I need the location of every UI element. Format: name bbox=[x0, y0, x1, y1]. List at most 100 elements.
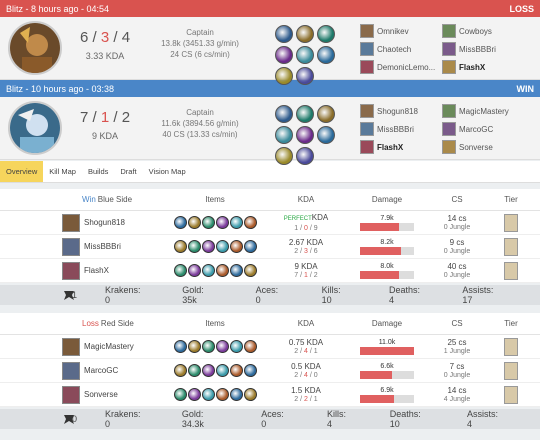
side-label: Win Blue Side bbox=[0, 195, 160, 204]
damage-cell: 11.0k bbox=[342, 338, 432, 355]
item-icon bbox=[229, 240, 243, 253]
team-player[interactable]: FlashX bbox=[360, 139, 450, 155]
tab-vision-map[interactable]: Vision Map bbox=[143, 161, 192, 182]
item-icon bbox=[317, 105, 335, 123]
col-cs: CS bbox=[451, 319, 463, 328]
player-avatar bbox=[442, 104, 456, 118]
damage-bar-track bbox=[360, 247, 414, 255]
tier-cell bbox=[482, 337, 540, 356]
kda-score: 7 / 1 / 2 bbox=[79, 109, 131, 126]
kills: 2 bbox=[294, 395, 299, 403]
tab-kill-map[interactable]: Kill Map bbox=[43, 161, 82, 182]
tab-builds[interactable]: Builds bbox=[82, 161, 114, 182]
player-avatar bbox=[62, 337, 80, 356]
damage-bar bbox=[360, 271, 400, 279]
team-player[interactable]: Shogun818 bbox=[360, 103, 450, 119]
krakens: Krakens: 0 bbox=[105, 285, 141, 305]
match-header[interactable]: Blitz - 8 hours ago - 04:54 LOSS bbox=[0, 0, 540, 17]
kda-cell: PERFECTKDA 1 / 0 / 9 bbox=[270, 213, 342, 233]
item-build bbox=[275, 105, 355, 165]
item-icon bbox=[317, 46, 335, 64]
player-name[interactable]: Shogun818 bbox=[84, 218, 125, 227]
match-time: Blitz - 8 hours ago - 04:54 bbox=[6, 3, 110, 14]
assists: 2 bbox=[121, 109, 131, 126]
col-damage: Damage bbox=[371, 319, 403, 328]
match-win[interactable]: Blitz - 10 hours ago - 03:38 WIN 7 / 1 / … bbox=[0, 80, 540, 165]
team-player[interactable]: Sonverse bbox=[442, 139, 532, 155]
player-name[interactable]: MagicMastery bbox=[84, 342, 134, 351]
team-player[interactable]: MissBBBri bbox=[360, 121, 450, 137]
player-avatar bbox=[442, 122, 456, 136]
match-header[interactable]: Blitz - 10 hours ago - 03:38 WIN bbox=[0, 80, 540, 97]
team-right: Cowboys MissBBBri FlashX bbox=[442, 23, 532, 75]
deaths: 1 bbox=[304, 271, 308, 279]
blue-summary: 1 Krakens: 0 Gold: 35k Aces: 0 Kills: 10… bbox=[0, 285, 540, 305]
cs-value: 40 cs bbox=[447, 261, 467, 271]
team-player[interactable]: Cowboys bbox=[442, 23, 532, 39]
item-icon bbox=[275, 67, 293, 85]
team-player[interactable]: DemonicLemo... bbox=[360, 59, 450, 75]
damage-bar-track bbox=[360, 347, 414, 355]
item-list bbox=[160, 388, 270, 401]
player-avatar bbox=[442, 42, 456, 56]
player-avatar bbox=[360, 122, 374, 136]
team-player[interactable]: Omnikev bbox=[360, 23, 450, 39]
kda-cell: 2.67 KDA 2 / 3 / 6 bbox=[270, 238, 342, 256]
player-name: Sonverse bbox=[459, 142, 493, 152]
table-row: MagicMastery 0.75 KDA 2 / 4 / 1 11.0k 25 cs 1… bbox=[0, 335, 540, 359]
col-kda: KDA bbox=[297, 195, 315, 204]
tier-cell bbox=[482, 237, 540, 256]
cs-value: 7 cs bbox=[449, 361, 465, 371]
item-icon bbox=[296, 105, 314, 123]
item-icon bbox=[275, 147, 293, 165]
side-label: Loss Red Side bbox=[0, 319, 160, 328]
item-icon bbox=[229, 364, 243, 377]
kills: 2 bbox=[294, 371, 299, 379]
item-icon bbox=[173, 240, 187, 253]
item-icon bbox=[243, 240, 257, 253]
damage-value: 8.0k bbox=[380, 263, 394, 270]
match-loss[interactable]: Blitz - 8 hours ago - 04:54 LOSS 6 / 3 / … bbox=[0, 0, 540, 85]
damage-bar-track bbox=[360, 371, 414, 379]
assists-total: Assists: 4 bbox=[467, 409, 499, 429]
kda-detail: 2 / 3 / 6 bbox=[294, 247, 318, 255]
match-body: 6 / 3 / 4 3.33 KDA Captain 13.8k (3451.3… bbox=[0, 17, 540, 85]
team-player[interactable]: MagicMastery bbox=[442, 103, 532, 119]
cs-value: 14 cs bbox=[447, 385, 467, 395]
team-player[interactable]: MarcoGC bbox=[442, 121, 532, 137]
tier-icon bbox=[504, 361, 518, 380]
deaths-total: Deaths: 4 bbox=[388, 285, 420, 305]
player-name[interactable]: Sonverse bbox=[84, 390, 118, 399]
player-name[interactable]: MarcoGC bbox=[84, 366, 118, 375]
team-player[interactable]: Chaotech bbox=[360, 41, 450, 57]
match-result: LOSS bbox=[509, 3, 534, 14]
kills: 2 bbox=[294, 247, 299, 255]
tab-draft[interactable]: Draft bbox=[114, 161, 142, 182]
cs-cell: 14 cs 4 Jungle bbox=[432, 386, 482, 404]
gold: Gold: 34.3k bbox=[181, 409, 204, 429]
kills-total: Kills: 4 bbox=[327, 409, 347, 429]
team-left: Omnikev Chaotech DemonicLemo... bbox=[360, 23, 450, 75]
aces: Aces: 0 bbox=[255, 285, 279, 305]
item-list bbox=[160, 340, 270, 353]
damage-bar-track bbox=[360, 271, 414, 279]
kda-value: KDA bbox=[311, 212, 329, 222]
player-avatar bbox=[62, 385, 80, 404]
player-name: MissBBBri bbox=[459, 44, 496, 54]
item-icon bbox=[215, 264, 229, 277]
col-damage: Damage bbox=[371, 195, 403, 204]
side-name: Blue Side bbox=[97, 195, 133, 204]
table-row: FlashX 9 KDA 7 / 1 / 2 8.0k 40 cs 0 Jungle bbox=[0, 259, 540, 283]
tab-overview[interactable]: Overview bbox=[0, 161, 44, 182]
kda-cell: 0.75 KDA 2 / 4 / 1 bbox=[270, 338, 342, 356]
tier-icon bbox=[504, 261, 518, 280]
player-name[interactable]: FlashX bbox=[84, 266, 109, 275]
kda-cell: 9 KDA 7 / 1 / 2 bbox=[270, 262, 342, 280]
team-player[interactable]: MissBBBri bbox=[442, 41, 532, 57]
tier-icon bbox=[504, 385, 518, 404]
item-icon bbox=[187, 340, 201, 353]
item-icon bbox=[243, 216, 257, 229]
player-name[interactable]: MissBBBri bbox=[84, 242, 121, 251]
team-player[interactable]: FlashX bbox=[442, 59, 532, 75]
damage-value: 6.6k bbox=[380, 363, 394, 370]
